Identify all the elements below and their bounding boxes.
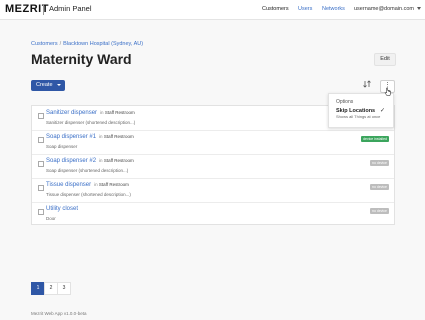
check-icon: ✓: [380, 108, 386, 114]
breadcrumb-customers[interactable]: Customers: [31, 41, 58, 47]
row-checkbox[interactable]: [38, 137, 44, 143]
list-item[interactable]: Tissue dispenser in Staff Restroom Tissue…: [32, 178, 394, 203]
app-title: Admin Panel: [49, 4, 92, 13]
status-badge: no device: [370, 184, 389, 190]
chevron-down-icon: [417, 7, 421, 11]
edit-button[interactable]: Edit: [374, 53, 396, 66]
list-item[interactable]: Soap dispenser #2 in Staff Restroom Soap …: [32, 154, 394, 179]
thing-name[interactable]: Tissue dispenser: [46, 182, 91, 188]
create-button[interactable]: Create: [31, 80, 65, 91]
breadcrumb-hospital[interactable]: Blacktown Hospital (Sydney, AU): [63, 41, 143, 47]
thing-description: Tissue dispenser (shortened description.…: [46, 192, 131, 197]
dropdown-header: Options: [336, 99, 354, 105]
page-title: Maternity Ward: [31, 51, 132, 67]
page-3-button[interactable]: 3: [57, 282, 71, 295]
create-button-label: Create: [36, 82, 53, 88]
thing-location: Staff Restroom: [104, 110, 135, 115]
breadcrumb-separator: /: [59, 41, 62, 47]
sort-icon: [363, 80, 371, 88]
user-menu[interactable]: username@domain.com: [354, 6, 421, 12]
thing-location: Staff Restroom: [98, 182, 129, 187]
thing-location: Staff Restroom: [103, 158, 134, 163]
list-item[interactable]: Soap dispenser #1 in Staff Restroom Soap …: [32, 130, 394, 155]
location-prefix: in: [94, 182, 98, 187]
thing-name[interactable]: Soap dispenser #2: [46, 158, 96, 164]
row-checkbox[interactable]: [38, 113, 44, 119]
breadcrumb: Customers / Blacktown Hospital (Sydney, AU…: [31, 41, 143, 47]
thing-name[interactable]: Utility closet: [46, 206, 78, 212]
status-badge: device installed: [361, 136, 389, 142]
thing-description: Sanitizer dispenser (shortened descripti…: [46, 120, 136, 125]
status-badge: no device: [370, 160, 389, 166]
row-checkbox[interactable]: [38, 185, 44, 191]
row-checkbox[interactable]: [38, 161, 44, 167]
footer-version: Mezrit Web App v1.0.0-beta: [31, 311, 87, 316]
thing-description: Soap dispenser (shortened description...…: [46, 168, 129, 173]
thing-name[interactable]: Soap dispenser #1: [46, 134, 96, 140]
list-item[interactable]: Utility closet Door no device: [32, 202, 394, 226]
page-1-button[interactable]: 1: [31, 282, 45, 295]
row-checkbox[interactable]: [38, 209, 44, 215]
page-2-button[interactable]: 2: [44, 282, 58, 295]
thing-name[interactable]: Sanitizer dispenser: [46, 110, 97, 116]
chevron-down-icon: [56, 83, 61, 86]
logo-divider: [43, 4, 44, 15]
thing-description: Soap dispenser: [46, 144, 78, 149]
thing-location: Staff Restroom: [103, 134, 134, 139]
sort-button[interactable]: [360, 80, 374, 91]
user-email: username@domain.com: [354, 6, 414, 12]
thing-description: Door: [46, 216, 56, 221]
location-prefix: in: [100, 110, 104, 115]
status-badge: no device: [370, 208, 389, 214]
top-navbar: MEZRIT Admin Panel Customers Users Netwo…: [0, 0, 425, 20]
nav-networks[interactable]: Networks: [322, 6, 345, 12]
nav-users[interactable]: Users: [298, 6, 312, 12]
skip-locations-description: Shows all Things at once: [336, 114, 381, 119]
mouse-cursor-icon: [384, 87, 392, 99]
nav-customers[interactable]: Customers: [262, 6, 289, 12]
location-prefix: in: [99, 158, 103, 163]
location-prefix: in: [99, 134, 103, 139]
